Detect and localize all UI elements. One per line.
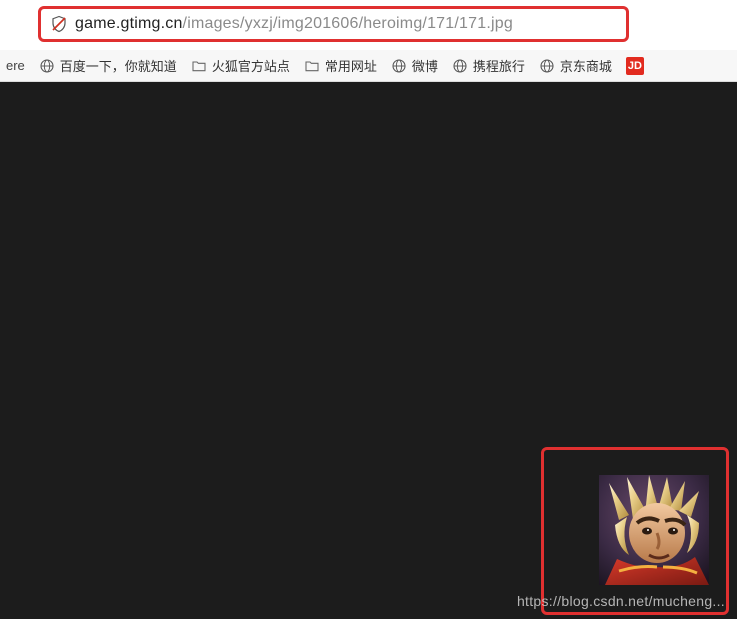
bookmark-label: 常用网址 [325,56,377,75]
folder-icon [304,58,320,74]
highlight-box [541,447,729,615]
url-host: game.gtimg.cn [75,15,183,32]
shield-blocked-icon[interactable] [49,14,69,34]
url-path: /images/yxzj/img201606/heroimg/171/171.j… [183,15,513,32]
bookmark-label: 微博 [412,56,438,75]
globe-icon [539,58,555,74]
globe-icon [391,58,407,74]
bookmark-baidu[interactable]: 百度一下，你就知道 [39,56,177,75]
bookmark-firefox-official[interactable]: 火狐官方站点 [191,56,290,75]
bookmark-label: 携程旅行 [473,56,525,75]
bookmarks-bar: ere 百度一下，你就知道 火狐官方站点 常用网址 微博 携程旅行 京 [0,50,737,82]
jd-icon: JD [626,57,644,75]
globe-icon [39,58,55,74]
address-bar[interactable]: game.gtimg.cn/images/yxzj/img201606/hero… [38,6,629,42]
globe-icon [452,58,468,74]
bookmark-truncated[interactable]: ere [6,58,25,73]
bookmark-jd-icon[interactable]: JD [626,57,644,75]
bookmark-label: 百度一下，你就知道 [60,56,177,75]
bookmark-ctrip[interactable]: 携程旅行 [452,56,525,75]
content-viewport: https://blog.csdn.net/mucheng... [0,82,737,619]
address-bar-area: game.gtimg.cn/images/yxzj/img201606/hero… [0,0,737,50]
folder-icon [191,58,207,74]
url-text: game.gtimg.cn/images/yxzj/img201606/hero… [75,15,513,33]
bookmark-jd[interactable]: 京东商城 [539,56,612,75]
bookmark-label: 京东商城 [560,56,612,75]
bookmark-label: 火狐官方站点 [212,56,290,75]
bookmark-weibo[interactable]: 微博 [391,56,438,75]
watermark-text: https://blog.csdn.net/mucheng... [517,593,725,609]
bookmark-common-sites[interactable]: 常用网址 [304,56,377,75]
